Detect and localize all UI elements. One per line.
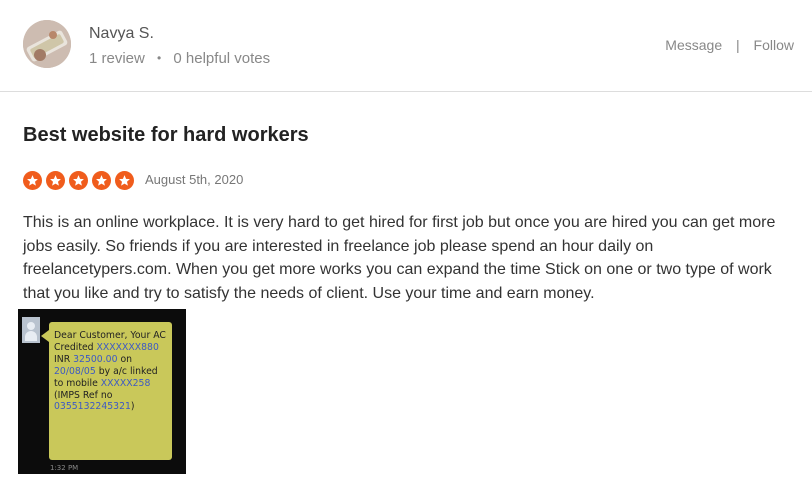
star-icon: [46, 171, 65, 190]
sms-mobile: XXXXX258: [100, 377, 151, 389]
meta-separator-dot: •: [157, 51, 162, 65]
sms-bubble: Dear Customer, Your AC Credited XXXXXXX8…: [41, 322, 172, 460]
star-icon: [92, 171, 111, 190]
star-icon: [23, 171, 42, 190]
reviewer-avatar[interactable]: [23, 20, 71, 68]
review-title: Best website for hard workers: [23, 124, 309, 146]
sms-line: (IMPS Ref no: [54, 389, 113, 401]
message-link[interactable]: Message: [665, 37, 722, 53]
star-icon: [69, 171, 88, 190]
sms-line: by a/c linked: [95, 365, 158, 377]
sms-line: ): [130, 401, 135, 413]
sms-line: to mobile: [54, 377, 101, 389]
sms-line: on: [117, 353, 133, 365]
review-date: August 5th, 2020: [145, 172, 244, 187]
reviewer-header: Navya S. 1 review • 0 helpful votes Mess…: [0, 0, 812, 92]
sms-text: Dear Customer, Your AC Credited XXXXXXX8…: [54, 330, 170, 413]
helpful-votes: 0 helpful votes: [173, 50, 271, 67]
sms-amount: 32500.00: [73, 353, 118, 365]
reviewer-meta: 1 review • 0 helpful votes: [89, 50, 270, 67]
sms-line: Dear Customer, Your AC: [54, 330, 166, 341]
follow-link[interactable]: Follow: [754, 37, 794, 53]
actions-separator: |: [736, 37, 740, 53]
sms-line: Credited: [54, 341, 97, 353]
sms-contact-icon: [22, 317, 40, 343]
star-rating: [23, 171, 134, 190]
sms-account: XXXXXXX880: [96, 341, 159, 353]
review-attachment-image[interactable]: Dear Customer, Your AC Credited XXXXXXX8…: [18, 309, 186, 474]
sms-ref: 0355132245321: [54, 401, 131, 413]
review-count: 1 review: [89, 50, 145, 67]
sms-date: 20/08/05: [54, 365, 96, 377]
sms-line: INR: [54, 353, 74, 365]
reviewer-actions: Message | Follow: [665, 37, 794, 53]
reviewer-name[interactable]: Navya S.: [89, 25, 154, 43]
star-icon: [115, 171, 134, 190]
review-body: This is an online workplace. It is very …: [23, 214, 776, 302]
avatar-photo-icon: [23, 20, 71, 68]
sms-time: 1:32 PM: [50, 464, 79, 472]
